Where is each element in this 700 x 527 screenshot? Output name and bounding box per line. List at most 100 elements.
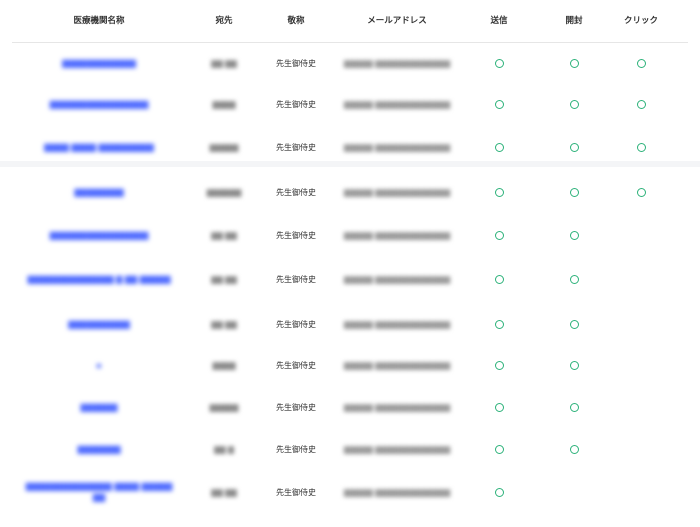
opened-status-cell <box>553 215 595 255</box>
honorific-text: 先生御侍史 <box>276 58 316 68</box>
email-address: ▇▇▇▇▇ ▇▇▇▇▇▇▇▇▇▇▇▇▇ <box>343 230 451 240</box>
sent-status-cell <box>478 387 520 427</box>
institution-name-link[interactable]: ▪ <box>96 360 101 371</box>
recipient-cell: ▇▇ ▇▇ <box>198 257 250 301</box>
recipient-name: ▇▇▇▇ <box>212 99 236 109</box>
recipient-name: ▇▇▇▇▇ <box>209 402 239 412</box>
opened-status-cell <box>553 43 595 83</box>
institution-name-link[interactable]: ▇▇▇▇▇▇ <box>81 402 118 413</box>
table-row: ▇▇▇▇▇▇▇▇▇▇▇▇▇▇ ▇ ▇▇ ▇▇▇▇▇ ▇▇ ▇▇ 先生御侍史 ▇▇▇▇▇… <box>12 257 688 301</box>
opened-status-cell <box>553 84 595 124</box>
opened-check-icon <box>569 444 579 454</box>
email-cell: ▇▇▇▇▇ ▇▇▇▇▇▇▇▇▇▇▇▇▇ <box>332 127 462 167</box>
institution-cell: ▪ <box>24 345 174 385</box>
institution-name-link[interactable]: ▇▇▇▇▇▇▇▇▇▇▇▇▇▇▇▇ <box>50 230 148 241</box>
opened-check-icon <box>569 402 579 412</box>
honorific-text: 先生御侍史 <box>276 230 316 240</box>
sent-status-cell <box>478 43 520 83</box>
sent-status-cell <box>478 84 520 124</box>
honorific-cell: 先生御侍史 <box>266 429 326 469</box>
recipient-name: ▇▇▇▇▇▇ <box>206 187 242 197</box>
recipient-cell: ▇▇ ▇▇ <box>198 43 250 83</box>
honorific-cell: 先生御侍史 <box>266 304 326 344</box>
header-sent: 送信 <box>490 16 508 26</box>
sent-check-icon <box>494 402 504 412</box>
email-address: ▇▇▇▇▇ ▇▇▇▇▇▇▇▇▇▇▇▇▇ <box>343 274 451 284</box>
opened-status-cell <box>553 257 595 301</box>
sent-status-cell <box>478 257 520 301</box>
email-cell: ▇▇▇▇▇ ▇▇▇▇▇▇▇▇▇▇▇▇▇ <box>332 470 462 514</box>
opened-check-icon <box>569 360 579 370</box>
email-cell: ▇▇▇▇▇ ▇▇▇▇▇▇▇▇▇▇▇▇▇ <box>332 345 462 385</box>
clicked-check-icon <box>636 99 646 109</box>
recipient-name: ▇▇ ▇▇ <box>211 274 237 284</box>
institution-name-link[interactable]: ▇▇▇▇▇▇▇▇▇▇▇▇▇▇ ▇▇▇▇ ▇▇▇▇▇▇▇ <box>24 481 174 503</box>
sent-check-icon <box>494 99 504 109</box>
honorific-cell: 先生御侍史 <box>266 257 326 301</box>
honorific-text: 先生御侍史 <box>276 187 316 197</box>
table-row: ▇▇▇▇▇▇▇ ▇▇ ▇ 先生御侍史 ▇▇▇▇▇ ▇▇▇▇▇▇▇▇▇▇▇▇▇ <box>12 429 688 469</box>
email-address: ▇▇▇▇▇ ▇▇▇▇▇▇▇▇▇▇▇▇▇ <box>343 360 451 370</box>
table-row: ▇▇▇▇▇▇▇▇▇▇▇▇▇▇▇▇ ▇▇ ▇▇ 先生御侍史 ▇▇▇▇▇ ▇▇▇▇▇▇▇▇… <box>12 215 688 255</box>
opened-check-icon <box>569 230 579 240</box>
email-cell: ▇▇▇▇▇ ▇▇▇▇▇▇▇▇▇▇▇▇▇ <box>332 215 462 255</box>
institution-cell: ▇▇▇▇▇▇▇▇▇▇▇▇ <box>24 43 174 83</box>
sent-status-cell <box>478 215 520 255</box>
email-cell: ▇▇▇▇▇ ▇▇▇▇▇▇▇▇▇▇▇▇▇ <box>332 257 462 301</box>
honorific-text: 先生御侍史 <box>276 402 316 412</box>
header-clicked: クリック <box>623 16 658 26</box>
opened-status-cell <box>553 304 595 344</box>
honorific-text: 先生御侍史 <box>276 444 316 454</box>
sent-status-cell <box>478 127 520 167</box>
email-cell: ▇▇▇▇▇ ▇▇▇▇▇▇▇▇▇▇▇▇▇ <box>332 84 462 124</box>
email-address: ▇▇▇▇▇ ▇▇▇▇▇▇▇▇▇▇▇▇▇ <box>343 99 451 109</box>
opened-check-icon <box>569 58 579 68</box>
institution-name-link[interactable]: ▇▇▇▇▇▇▇ <box>77 444 120 455</box>
honorific-cell: 先生御侍史 <box>266 127 326 167</box>
recipient-cell: ▇▇▇▇▇▇ <box>198 171 250 213</box>
institution-name-link[interactable]: ▇▇▇▇▇▇▇▇▇▇▇▇▇▇▇▇ <box>50 99 148 110</box>
sent-check-icon <box>494 58 504 68</box>
sent-status-cell <box>478 345 520 385</box>
honorific-text: 先生御侍史 <box>276 360 316 370</box>
institution-name-link[interactable]: ▇▇▇▇▇▇▇▇▇▇▇▇ <box>62 58 136 69</box>
table-row: ▇▇▇▇▇▇▇▇▇▇ ▇▇ ▇▇ 先生御侍史 ▇▇▇▇▇ ▇▇▇▇▇▇▇▇▇▇▇▇▇ <box>12 304 688 344</box>
honorific-text: 先生御侍史 <box>276 142 316 152</box>
clicked-check-icon <box>636 58 646 68</box>
sent-check-icon <box>494 444 504 454</box>
honorific-cell: 先生御侍史 <box>266 345 326 385</box>
sent-check-icon <box>494 360 504 370</box>
recipient-cell: ▇▇▇▇ <box>198 345 250 385</box>
opened-status-cell <box>553 127 595 167</box>
clicked-status-cell <box>620 215 662 255</box>
email-address: ▇▇▇▇▇ ▇▇▇▇▇▇▇▇▇▇▇▇▇ <box>343 402 451 412</box>
table-row: ▇▇▇▇▇▇▇▇▇▇▇▇▇▇▇▇ ▇▇▇▇ 先生御侍史 ▇▇▇▇▇ ▇▇▇▇▇▇▇▇▇… <box>12 84 688 124</box>
table-row: ▇▇▇▇▇▇ ▇▇▇▇▇ 先生御侍史 ▇▇▇▇▇ ▇▇▇▇▇▇▇▇▇▇▇▇▇ <box>12 387 688 427</box>
opened-check-icon <box>569 142 579 152</box>
clicked-status-cell <box>620 304 662 344</box>
recipient-name: ▇▇ ▇▇ <box>211 58 237 68</box>
header-institution: 医療機関名称 <box>73 16 125 26</box>
clicked-status-cell <box>620 43 662 83</box>
institution-cell: ▇▇▇▇▇▇ <box>24 387 174 427</box>
institution-name-link[interactable]: ▇▇▇▇ ▇▇▇▇ ▇▇▇▇▇▇▇▇▇ <box>44 142 154 153</box>
honorific-text: 先生御侍史 <box>276 487 316 497</box>
institution-cell: ▇▇▇▇▇▇▇▇▇▇▇▇▇▇ ▇▇▇▇ ▇▇▇▇▇▇▇ <box>24 470 174 514</box>
table-row: ▇▇▇▇▇▇▇▇▇▇▇▇▇▇ ▇▇▇▇ ▇▇▇▇▇▇▇ ▇▇ ▇▇ 先生御侍史 ▇▇▇… <box>12 470 688 514</box>
table-row: ▇▇▇▇▇▇▇▇▇▇▇▇ ▇▇ ▇▇ 先生御侍史 ▇▇▇▇▇ ▇▇▇▇▇▇▇▇▇▇▇▇… <box>12 43 688 83</box>
institution-cell: ▇▇▇▇ ▇▇▇▇ ▇▇▇▇▇▇▇▇▇ <box>24 127 174 167</box>
page: 医療機関名称 宛先 敬称 メールアドレス 送信 開封 クリック ▇▇▇▇▇▇▇▇… <box>0 0 700 527</box>
honorific-cell: 先生御侍史 <box>266 171 326 213</box>
clicked-status-cell <box>620 84 662 124</box>
institution-name-link[interactable]: ▇▇▇▇▇▇▇▇▇▇ <box>68 319 130 330</box>
opened-status-cell <box>553 171 595 213</box>
sent-status-cell <box>478 171 520 213</box>
header-email: メールアドレス <box>367 16 427 26</box>
sent-check-icon <box>494 230 504 240</box>
recipient-cell: ▇▇ ▇▇ <box>198 470 250 514</box>
institution-name-link[interactable]: ▇▇▇▇▇▇▇▇▇▇▇▇▇▇ ▇ ▇▇ ▇▇▇▇▇ <box>28 274 171 285</box>
institution-name-link[interactable]: ▇▇▇▇▇▇▇▇ <box>74 187 123 198</box>
recipient-name: ▇▇ ▇▇ <box>211 230 237 240</box>
honorific-cell: 先生御侍史 <box>266 215 326 255</box>
email-cell: ▇▇▇▇▇ ▇▇▇▇▇▇▇▇▇▇▇▇▇ <box>332 304 462 344</box>
